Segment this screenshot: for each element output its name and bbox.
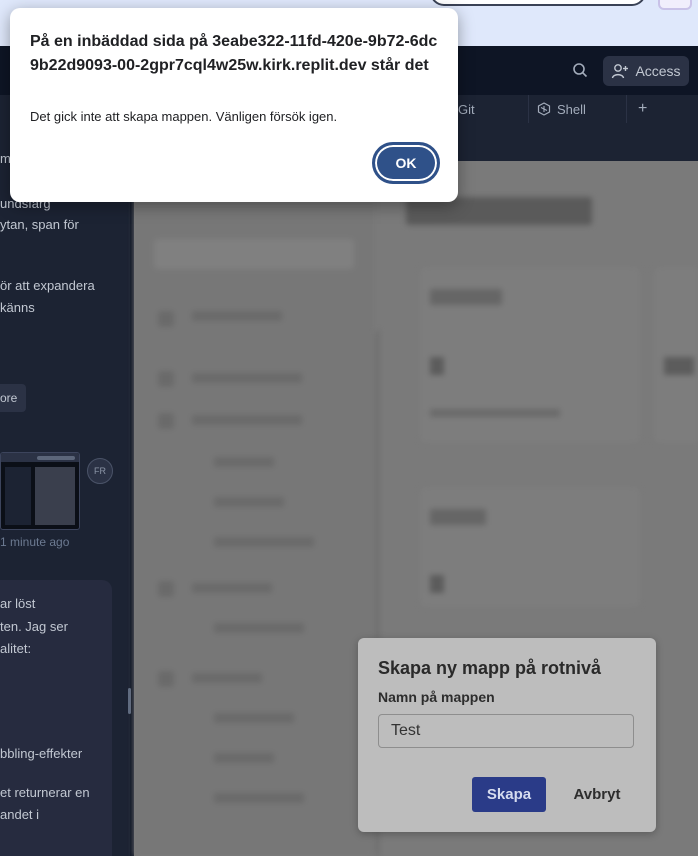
chat-text: ten. Jag ser [0,619,68,634]
add-tab-button[interactable]: + [638,95,647,123]
avatar: FR [87,458,113,484]
timestamp: 1 minute ago [0,535,70,549]
resize-handle[interactable] [128,688,131,714]
alert-heading: På en inbäddad sida på 3eabe322-11fd-420… [30,33,438,74]
tab-separator [528,95,529,123]
tab-shell[interactable]: Shell [537,95,586,123]
chat-text: ar löst [0,596,36,611]
access-button[interactable]: Access [603,56,689,86]
chat-text: et returnerar en [0,785,90,800]
show-more-chip[interactable]: ore [0,384,26,412]
alert-message: Det gick inte att skapa mappen. Vänligen… [30,109,338,124]
create-button[interactable]: Skapa [472,777,546,812]
tab-git[interactable]: Git [458,95,475,123]
chat-text: alitet: [0,641,32,656]
ok-button[interactable]: OK [372,142,440,184]
folder-name-label: Namn på mappen [378,689,495,705]
shell-icon [537,102,551,116]
folder-name-input[interactable] [378,714,634,748]
address-bar[interactable] [430,0,646,6]
screenshot-thumbnail[interactable] [0,452,80,530]
chat-text: känns [0,300,35,315]
tab-separator [626,95,627,123]
tab-label: Git [458,101,475,117]
extension-icon[interactable] [658,0,692,10]
search-icon[interactable] [572,62,588,78]
chat-text: andet i [0,807,40,822]
cancel-button[interactable]: Avbryt [566,777,628,812]
chat-text: bbling-effekter [0,746,83,761]
tab-label: Shell [557,101,586,117]
add-user-icon [612,64,629,79]
chat-text: ör att expandera [0,278,95,293]
chat-text: ytan, span för [0,217,79,232]
modal-title: Skapa ny mapp på rotnivå [378,658,602,678]
access-label: Access [635,63,681,79]
